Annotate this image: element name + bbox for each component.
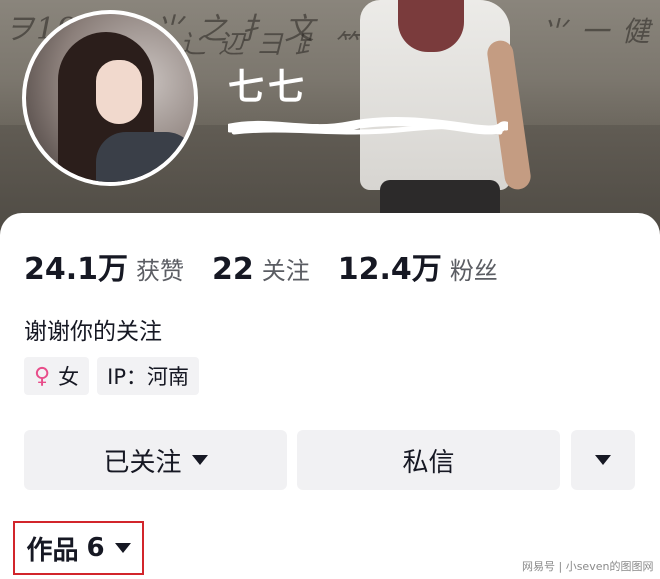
action-buttons: 已关注 私信 — [24, 430, 635, 490]
profile-bio: 谢谢你的关注 — [24, 319, 162, 345]
stats-row: 24.1万 获赞 22 关注 12.4万 粉丝 — [24, 244, 526, 288]
works-count: 6 — [86, 533, 105, 563]
cover-graffiti: ⻌ 辺 ⺕ ⻊ ⺮ — [180, 30, 362, 60]
message-label: 私信 — [402, 447, 455, 478]
followed-button[interactable]: 已关注 — [24, 430, 287, 490]
followed-label: 已关注 — [103, 447, 182, 478]
watermark: 网易号 | 小seven的图图网 — [522, 560, 654, 573]
gender-label: 女 — [58, 365, 80, 389]
stat-label: 获赞 — [136, 257, 185, 285]
more-options-button[interactable] — [571, 430, 635, 490]
stat-label: 关注 — [261, 257, 310, 285]
cover-person-hair — [398, 0, 464, 52]
cover-graffiti: ⺌ ⼀ 健 — [540, 15, 652, 48]
stat-followers[interactable]: 12.4万 粉丝 — [338, 244, 498, 288]
stat-likes[interactable]: 24.1万 获赞 — [24, 244, 184, 288]
stat-value: 12.4万 — [337, 252, 442, 287]
stat-label: 粉丝 — [449, 257, 498, 285]
stat-value: 22 — [212, 252, 254, 287]
stat-following[interactable]: 22 关注 — [212, 251, 310, 287]
tab-works[interactable]: 作品 6 — [13, 521, 144, 575]
stat-value: 24.1万 — [24, 252, 129, 287]
avatar[interactable] — [22, 10, 198, 186]
profile-tags: ♀ 女 IP：河南 — [24, 357, 207, 395]
caret-down-icon — [595, 455, 611, 465]
profile-name: 七七 — [228, 67, 309, 108]
ip-tag: IP：河南 — [97, 357, 199, 395]
female-icon: ♀ — [34, 363, 51, 389]
works-label: 作品 — [26, 535, 79, 566]
caret-down-icon — [191, 455, 208, 465]
caret-down-icon — [114, 543, 131, 553]
gender-tag: ♀ 女 — [24, 357, 90, 395]
ip-label: IP：河南 — [107, 365, 189, 389]
redacted-handle-scribble — [228, 117, 508, 135]
message-button[interactable]: 私信 — [297, 430, 560, 490]
